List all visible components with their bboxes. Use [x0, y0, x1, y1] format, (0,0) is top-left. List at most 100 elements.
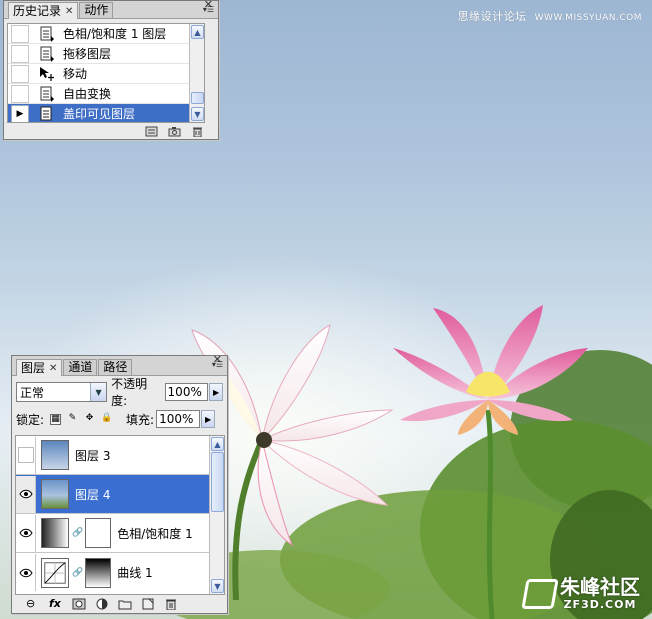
layer-row[interactable]: 图层 3: [16, 436, 224, 475]
watermark-site-url: WWW.MISSYUAN.COM: [534, 13, 642, 23]
fx-icon[interactable]: fx: [49, 598, 63, 610]
scroll-up-icon[interactable]: ▲: [191, 25, 204, 39]
lock-pixels-brush-icon[interactable]: ✎: [67, 413, 78, 425]
lock-position-move-icon[interactable]: ✥: [84, 413, 95, 425]
layers-footer: ⊖ fx: [12, 595, 227, 613]
layer-doc-icon: [40, 46, 54, 62]
tab-paths-label: 路径: [103, 360, 128, 374]
layer-doc-icon: [40, 26, 54, 42]
blend-mode-select[interactable]: 正常 ▼: [16, 382, 108, 402]
eye-icon: [18, 528, 33, 538]
history-item[interactable]: 色相/饱和度 1 图层: [8, 24, 204, 44]
scroll-down-icon[interactable]: ▼: [191, 107, 204, 121]
trash-icon[interactable]: [191, 126, 204, 137]
fill-label: 填充:: [126, 412, 155, 427]
watermark-top: 思缘设计论坛 WWW.MISSYUAN.COM: [458, 8, 642, 24]
tab-channels[interactable]: 通道: [63, 359, 98, 375]
new-document-from-state-icon[interactable]: [145, 126, 158, 137]
layer-doc-icon: [40, 106, 52, 120]
blend-mode-value: 正常: [20, 385, 45, 400]
layer-name: 图层 3: [75, 448, 111, 463]
visibility-toggle[interactable]: [16, 514, 36, 552]
history-scrollbar[interactable]: ▲ ▼: [189, 24, 204, 122]
site-logo: 朱峰社区 ZF3D.COM: [521, 575, 640, 611]
chain-link-icon[interactable]: 🔗: [72, 528, 83, 538]
tab-paths[interactable]: 路径: [98, 359, 133, 375]
visibility-toggle[interactable]: [16, 436, 36, 474]
lock-label: 锁定:: [16, 412, 45, 427]
trash-icon[interactable]: [164, 598, 178, 610]
adjustment-icon[interactable]: [95, 598, 109, 610]
layer-name: 色相/饱和度 1: [117, 526, 193, 541]
mask-icon[interactable]: [72, 598, 86, 610]
panel-menu-icon[interactable]: ▾☰: [203, 5, 214, 14]
layer-name: 曲线 1: [117, 566, 153, 580]
scroll-down-icon[interactable]: ▼: [211, 579, 224, 593]
fill-slider-arrow-icon[interactable]: ▶: [201, 410, 216, 428]
tab-close-icon[interactable]: ✕: [65, 4, 73, 19]
layer-row[interactable]: 🔗 曲线 1: [16, 553, 224, 592]
history-item[interactable]: 移动: [8, 64, 204, 84]
panel-menu-icon[interactable]: ▾☰: [212, 360, 223, 369]
scroll-thumb[interactable]: [191, 92, 204, 104]
tab-history-label: 历史记录: [13, 3, 62, 18]
visibility-toggle[interactable]: [16, 554, 36, 591]
tab-layers-label: 图层: [21, 360, 46, 375]
visibility-toggle[interactable]: [16, 475, 36, 513]
group-folder-icon[interactable]: [118, 598, 132, 610]
hue-saturation-adjustment-icon: [41, 518, 69, 548]
opacity-slider-arrow-icon[interactable]: ▶: [209, 383, 223, 401]
history-panel: ✕ 历史记录 ✕ 动作 ▾☰ 色相/饱和度 1 图层 拖移图层 移动 自由变换 …: [3, 0, 219, 140]
layer-row[interactable]: 🔗 色相/饱和度 1: [16, 514, 224, 553]
fill-input[interactable]: 100%: [156, 410, 201, 428]
chevron-down-icon: ▼: [90, 383, 107, 401]
eye-icon: [18, 489, 33, 499]
history-item[interactable]: 自由变换: [8, 84, 204, 104]
tab-layers[interactable]: 图层 ✕: [16, 359, 63, 376]
layers-controls: 正常 ▼ 不透明度: 100% ▶ 锁定: ▦ ✎ ✥ 🔒 填充: 100% ▶: [16, 377, 223, 430]
logo-url: ZF3D.COM: [563, 598, 637, 611]
history-item[interactable]: 拖移图层: [8, 44, 204, 64]
history-item-label: 色相/饱和度 1 图层: [63, 27, 167, 41]
chain-link-icon[interactable]: 🔗: [72, 568, 83, 578]
tab-actions-label: 动作: [84, 3, 109, 17]
scroll-up-icon[interactable]: ▲: [211, 437, 224, 451]
tab-close-icon[interactable]: ✕: [49, 361, 57, 376]
layers-panel-tabs: ✕ 图层 ✕ 通道 路径 ▾☰: [12, 354, 227, 376]
lock-all-padlock-icon[interactable]: 🔒: [101, 413, 112, 425]
layer-doc-icon: [40, 86, 54, 102]
history-snapshot-toggle[interactable]: [11, 44, 29, 63]
layers-list: 图层 3 图层 4 🔗 色相/饱和度 1 🔗 曲线 1 ▲ ▼: [15, 435, 225, 595]
tab-actions[interactable]: 动作: [79, 2, 114, 18]
history-list: 色相/饱和度 1 图层 拖移图层 移动 自由变换 ▶ 盖印可见图层 ▲ ▼: [7, 23, 205, 123]
tab-channels-label: 通道: [68, 360, 93, 374]
history-item-label: 盖印可见图层: [63, 107, 136, 121]
layer-mask-thumbnail[interactable]: [85, 557, 112, 588]
history-footer: [4, 123, 218, 139]
layer-row-selected[interactable]: 图层 4: [16, 475, 224, 514]
history-snapshot-toggle[interactable]: [11, 84, 29, 103]
logo-mark-icon: [521, 578, 559, 609]
tab-history[interactable]: 历史记录 ✕: [8, 2, 79, 19]
new-layer-icon[interactable]: [141, 598, 155, 610]
layer-mask-thumbnail[interactable]: [85, 518, 112, 548]
opacity-label: 不透明度:: [111, 377, 148, 408]
history-item-label: 自由变换: [63, 87, 112, 101]
scroll-thumb[interactable]: [211, 452, 224, 512]
visibility-off-box: [17, 447, 34, 463]
opacity-input[interactable]: 100%: [164, 383, 209, 401]
snapshot-camera-icon[interactable]: [168, 126, 181, 137]
lock-transparent-icon[interactable]: ▦: [50, 413, 62, 425]
link-icon[interactable]: ⊖: [26, 598, 40, 610]
curves-adjustment-icon: [41, 557, 69, 588]
logo-name: 朱峰社区: [560, 575, 640, 599]
history-state-marker-icon[interactable]: ▶: [11, 104, 29, 122]
history-snapshot-toggle[interactable]: [11, 24, 29, 43]
history-snapshot-toggle[interactable]: [11, 64, 29, 83]
eye-icon: [18, 568, 33, 577]
history-item-label: 拖移图层: [63, 47, 112, 61]
layers-scrollbar[interactable]: ▲ ▼: [209, 436, 224, 594]
layer-name: 图层 4: [75, 487, 111, 502]
move-tool-icon: [40, 66, 54, 81]
history-item-selected[interactable]: ▶ 盖印可见图层: [8, 104, 204, 122]
